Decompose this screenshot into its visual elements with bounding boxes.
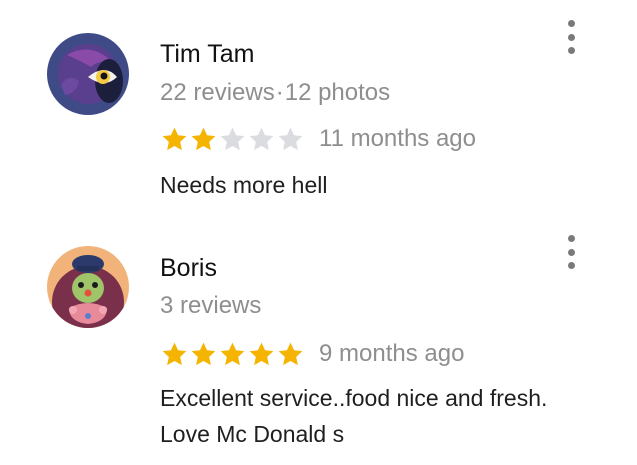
dot-icon: [567, 47, 575, 54]
more-options-button[interactable]: [559, 20, 583, 54]
review-time: 11 months ago: [319, 125, 476, 152]
user-avatar[interactable]: [47, 33, 129, 115]
star-filled-icon: [247, 340, 276, 369]
review-time: 9 months ago: [319, 340, 465, 367]
dot-icon: [567, 248, 575, 256]
star-rating: [160, 125, 305, 154]
dot-icon: [567, 33, 575, 41]
user-avatar[interactable]: [47, 246, 129, 328]
reviewer-stats: 3 reviews: [160, 292, 261, 320]
crescent-moon-eye-avatar-icon: [47, 33, 129, 115]
meta-separator: ·: [275, 79, 284, 106]
reviews-count: 22 reviews: [160, 79, 275, 106]
star-empty-icon: [276, 125, 305, 154]
rating-row: 9 months ago: [160, 338, 464, 370]
star-empty-icon: [218, 125, 247, 154]
star-rating: [160, 340, 305, 369]
photos-count: 12 photos: [284, 79, 391, 106]
dot-icon: [567, 20, 575, 27]
review-text: Excellent service..food nice and fresh. …: [160, 385, 548, 447]
reviewer-name[interactable]: Tim Tam: [160, 40, 254, 69]
dot-icon: [567, 235, 575, 242]
star-filled-icon: [160, 340, 189, 369]
star-empty-icon: [247, 125, 276, 154]
review-card: Boris 3 reviews 9 months ago Excellent s…: [0, 225, 637, 465]
rating-row: 11 months ago: [160, 123, 476, 155]
star-filled-icon: [189, 340, 218, 369]
reviewer-name[interactable]: Boris: [160, 254, 217, 283]
star-filled-icon: [218, 340, 247, 369]
review-text: Needs more hell: [160, 172, 328, 198]
dot-icon: [567, 262, 575, 269]
reviewer-stats: 22 reviews·12 photos: [160, 79, 390, 107]
review-card: Tim Tam 22 reviews·12 photos 11 months a…: [0, 0, 637, 225]
star-filled-icon: [189, 125, 218, 154]
star-filled-icon: [276, 340, 305, 369]
clown-character-avatar-icon: [47, 246, 129, 328]
reviews-count: 3 reviews: [160, 292, 262, 319]
more-options-button[interactable]: [559, 235, 583, 269]
star-filled-icon: [160, 125, 189, 154]
